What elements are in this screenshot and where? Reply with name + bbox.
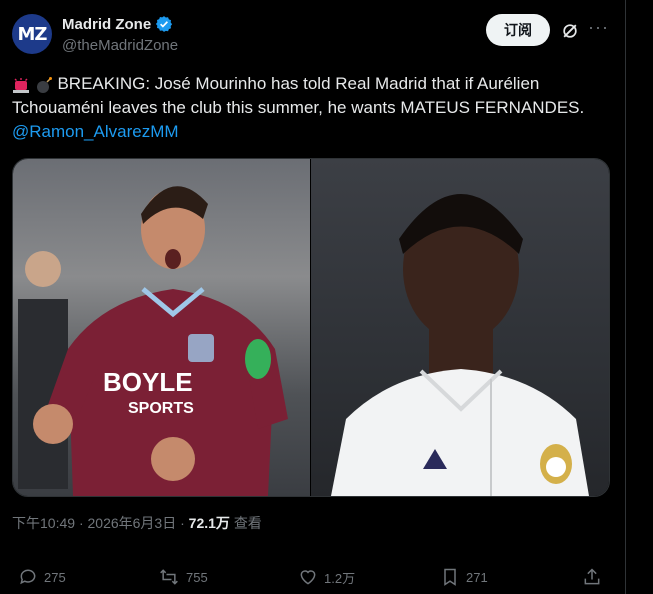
verified-badge-icon: [156, 16, 173, 32]
views-count: 72.1万: [188, 515, 230, 531]
share-icon: [584, 568, 600, 585]
photo-right[interactable]: [311, 159, 609, 496]
author-name-row[interactable]: Madrid Zone: [62, 15, 173, 33]
tweet-date[interactable]: 2026年6月3日: [88, 515, 177, 531]
reply-icon: [20, 569, 36, 585]
author-display-name[interactable]: Madrid Zone: [62, 16, 151, 33]
tweet-meta: 下午10:49 · 2026年6月3日 · 72.1万 查看: [12, 513, 262, 533]
shirt-sponsor-text: BOYLE: [103, 367, 193, 397]
repost-icon: [160, 569, 178, 585]
bomb-emoji-icon: [36, 76, 52, 93]
bookmark-button[interactable]: 271: [440, 567, 488, 587]
follow-button[interactable]: 订阅: [486, 14, 550, 46]
bookmark-count: 271: [466, 569, 488, 585]
views-label: 查看: [233, 515, 262, 531]
siren-emoji-icon: [13, 77, 29, 93]
author-handle[interactable]: @theMadridZone: [62, 37, 178, 54]
player-right-illustration: [331, 194, 589, 496]
tweet-body: BREAKING: José Mourinho has told Real Ma…: [12, 74, 585, 117]
bookmark-icon: [444, 568, 456, 586]
avatar-text: MZ: [17, 23, 48, 45]
reply-button[interactable]: 275: [18, 567, 66, 587]
mention-link[interactable]: @Ramon_AlvarezMM: [12, 122, 179, 141]
column-divider: [625, 0, 626, 594]
more-options-icon[interactable]: ···: [588, 18, 608, 40]
tweet-time[interactable]: 下午10:49: [12, 515, 75, 531]
reply-count: 275: [44, 569, 66, 585]
avatar[interactable]: MZ: [12, 14, 52, 54]
photo-left[interactable]: BOYLE SPORTS: [13, 159, 310, 496]
meta-separator: ·: [78, 515, 84, 531]
shirt-sponsor-sub-text: SPORTS: [128, 400, 194, 417]
like-count: 1.2万: [324, 570, 356, 586]
player-left-illustration: BOYLE SPORTS: [18, 186, 288, 496]
meta-separator: ·: [180, 515, 185, 531]
grok-icon[interactable]: [560, 21, 580, 41]
action-bar: 275 755 1.2万 271: [0, 561, 625, 593]
share-button[interactable]: [582, 567, 602, 587]
media-grid[interactable]: BOYLE SPORTS: [12, 158, 610, 497]
heart-icon: [300, 570, 316, 585]
like-button[interactable]: 1.2万: [298, 567, 355, 587]
tweet-text: BREAKING: José Mourinho has told Real Ma…: [12, 72, 612, 144]
repost-button[interactable]: 755: [158, 567, 208, 587]
repost-count: 755: [186, 569, 208, 585]
